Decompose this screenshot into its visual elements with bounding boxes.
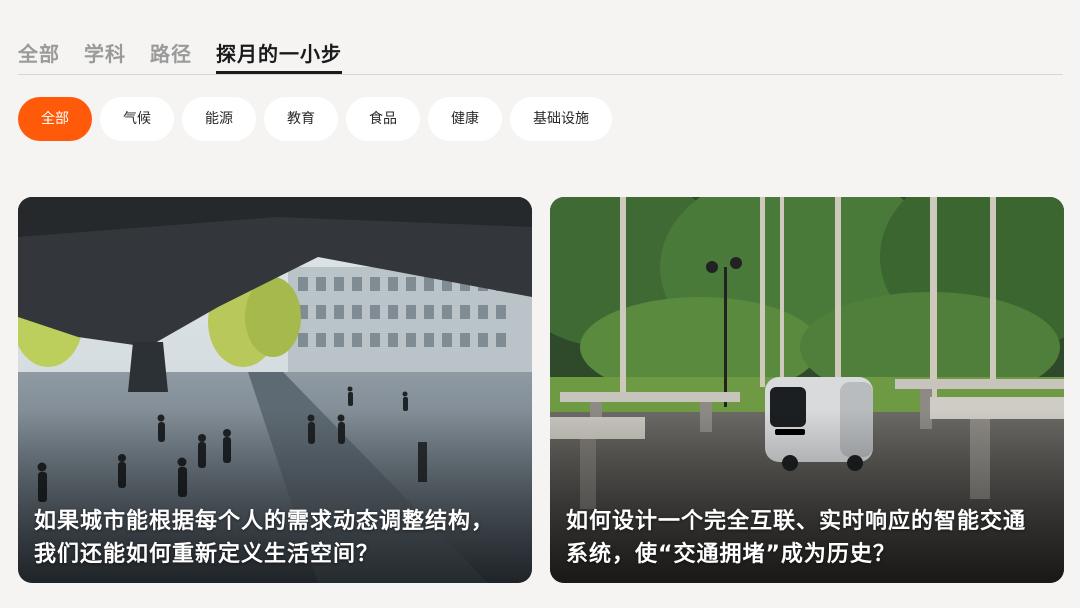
filter-chip-climate[interactable]: 气候 bbox=[100, 97, 174, 141]
filter-chip-health[interactable]: 健康 bbox=[428, 97, 502, 141]
topic-card-traffic[interactable]: 如何设计一个完全互联、实时响应的智能交通系统，使“交通拥堵”成为历史？ bbox=[550, 197, 1064, 583]
tab-path[interactable]: 路径 bbox=[150, 40, 192, 74]
tabs-divider bbox=[18, 74, 1063, 75]
topic-card-city[interactable]: 如果城市能根据每个人的需求动态调整结构，我们还能如何重新定义生活空间？ bbox=[18, 197, 532, 583]
card-title: 如果城市能根据每个人的需求动态调整结构，我们还能如何重新定义生活空间？ bbox=[34, 509, 495, 567]
top-tabs: 全部 学科 路径 探月的一小步 bbox=[18, 40, 342, 74]
filter-chip-infrastructure[interactable]: 基础设施 bbox=[510, 97, 612, 141]
tab-subject[interactable]: 学科 bbox=[84, 40, 126, 74]
filter-chip-education[interactable]: 教育 bbox=[264, 97, 338, 141]
filter-chip-all[interactable]: 全部 bbox=[18, 97, 92, 141]
filter-chip-food[interactable]: 食品 bbox=[346, 97, 420, 141]
tab-all[interactable]: 全部 bbox=[18, 40, 60, 74]
tab-moon-step[interactable]: 探月的一小步 bbox=[216, 40, 342, 74]
filter-chip-energy[interactable]: 能源 bbox=[182, 97, 256, 141]
filter-chips: 全部 气候 能源 教育 食品 健康 基础设施 bbox=[18, 97, 612, 141]
card-title: 如何设计一个完全互联、实时响应的智能交通系统，使“交通拥堵”成为历史？ bbox=[566, 509, 1027, 567]
